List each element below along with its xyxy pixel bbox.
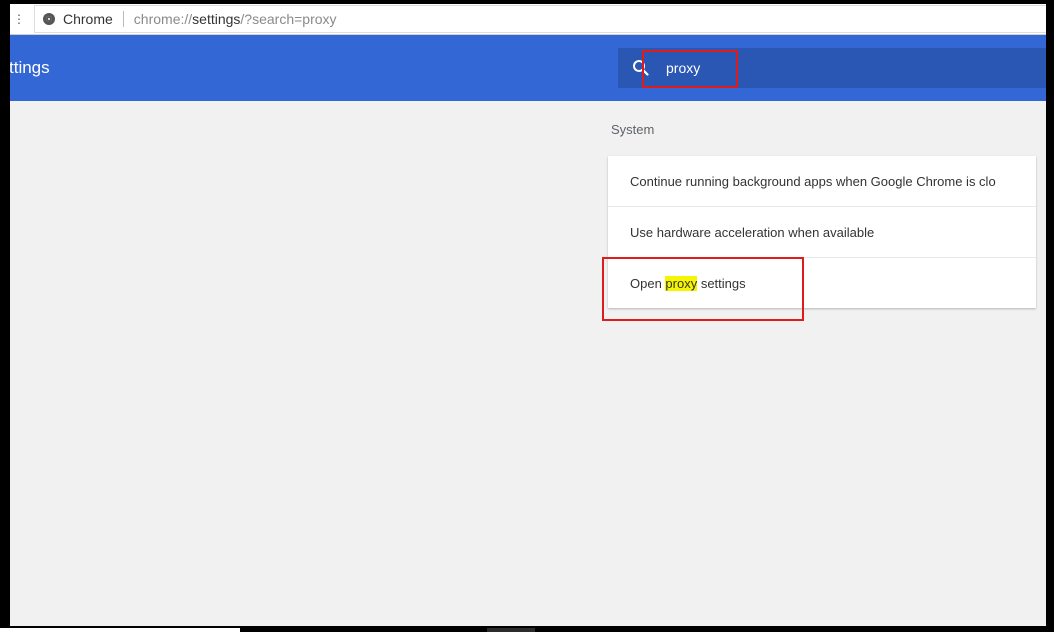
section-title-system: System: [611, 122, 655, 137]
address-bar[interactable]: Chrome chrome://settings/?search=proxy: [34, 5, 1046, 33]
back-edge-icon[interactable]: ⋮: [10, 12, 28, 26]
setting-label: Continue running background apps when Go…: [630, 173, 996, 189]
search-input[interactable]: [664, 59, 968, 77]
url-query: /?search=proxy: [240, 11, 337, 27]
settings-search[interactable]: [618, 48, 1046, 88]
system-settings-card: Continue running background apps when Go…: [608, 156, 1036, 308]
search-icon: [633, 60, 649, 76]
setting-label-suffix: settings: [697, 275, 746, 291]
taskbar-strip: [0, 628, 240, 632]
chrome-icon: [43, 13, 55, 25]
setting-label: Use hardware acceleration when available: [630, 224, 875, 240]
url-prefix: chrome://: [133, 11, 193, 27]
setting-label-prefix: Open: [630, 275, 666, 291]
setting-open-proxy[interactable]: Open proxy settings: [608, 258, 1036, 308]
settings-header: ttings: [10, 35, 1046, 101]
site-name: Chrome: [63, 11, 113, 27]
search-highlight: proxy: [665, 275, 698, 291]
url-host: settings: [192, 11, 241, 27]
setting-background-apps[interactable]: Continue running background apps when Go…: [608, 156, 1036, 207]
url-text[interactable]: chrome://settings/?search=proxy: [134, 11, 337, 27]
taskbar-strip-mid: [487, 628, 535, 632]
omnibox-bar: ⋮ Chrome chrome://settings/?search=proxy: [10, 4, 1046, 35]
chrome-window: ⋮ Chrome chrome://settings/?search=proxy…: [10, 4, 1046, 626]
setting-hardware-acceleration[interactable]: Use hardware acceleration when available: [608, 207, 1036, 258]
url-divider: [122, 11, 124, 27]
page-title: ttings: [10, 58, 50, 77]
